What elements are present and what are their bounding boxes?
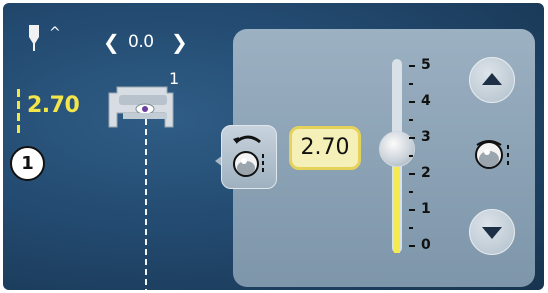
scale-label: 3: [421, 129, 431, 145]
scale-label: 1: [421, 201, 431, 217]
needle-offset-control: ❮ 0.0 ❯: [103, 27, 193, 57]
scale-tick: [409, 119, 413, 121]
decrease-button[interactable]: [469, 209, 515, 255]
scale-tick: [409, 155, 413, 157]
height-scale: 5 4 3 2 1 0: [405, 57, 449, 257]
up-arrow-icon: [482, 73, 502, 85]
scale-tick: [409, 83, 413, 85]
offset-value: 0.0: [128, 32, 154, 52]
scale-tick: [409, 65, 415, 67]
scale-label: 2: [421, 165, 431, 181]
needle-position-icon: ^: [29, 25, 61, 51]
scale-tick: [409, 137, 415, 139]
increase-button[interactable]: [469, 57, 515, 103]
knob-icon: [475, 140, 509, 169]
value-display: 2.70: [289, 126, 361, 170]
reset-button[interactable]: [221, 125, 277, 189]
down-arrow-icon: [482, 227, 502, 239]
stitch-line: [145, 119, 147, 290]
scale-tick: [409, 209, 415, 211]
scale-label: 4: [421, 93, 431, 109]
offset-left-button[interactable]: ❮: [103, 27, 120, 57]
scale-tick: [409, 245, 415, 247]
scale-label: 0: [421, 237, 431, 253]
sewing-screen: ^ ❮ 0.0 ❯ 2.70 1 1 2.70 5 4 3 2 1 0: [3, 3, 544, 290]
scale-tick: [409, 101, 415, 103]
scale-label: 5: [421, 57, 431, 73]
step-badge: 1: [10, 146, 45, 181]
knob-icon: [233, 151, 264, 177]
offset-right-button[interactable]: ❯: [171, 27, 188, 57]
presser-height-dash-icon: [17, 89, 20, 133]
scale-tick: [409, 227, 413, 229]
scale-tick: [409, 191, 413, 193]
scale-tick: [409, 173, 415, 175]
foot-number: 1: [169, 69, 180, 88]
reset-arrow-icon: [233, 135, 261, 144]
needle-caret: ^: [49, 25, 61, 41]
current-height-value: 2.70: [27, 93, 80, 118]
